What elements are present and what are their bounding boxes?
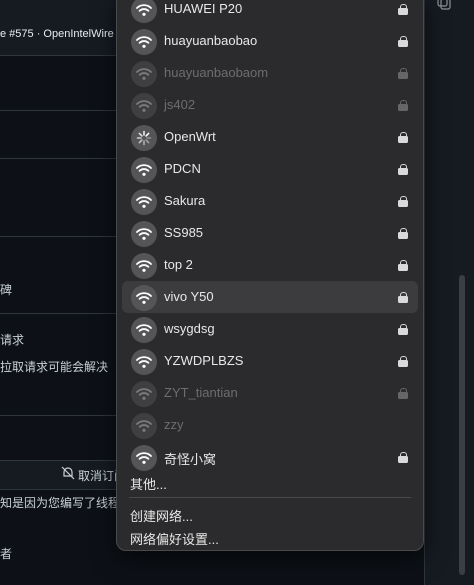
network-name: wsygdsg (164, 321, 215, 336)
wifi-icon (131, 189, 157, 215)
wifi-icon (131, 29, 157, 55)
network-row[interactable]: YZWDPLBZS (122, 345, 418, 377)
network-row[interactable]: top 2 (122, 249, 418, 281)
lock-icon (398, 4, 408, 15)
right-pane (424, 0, 474, 585)
network-name: OpenWrt (164, 129, 216, 144)
lock-icon (398, 132, 408, 143)
network-row[interactable]: vivo Y50 (122, 281, 418, 313)
lock-icon (398, 388, 408, 399)
network-row[interactable]: wsygdsg (122, 313, 418, 345)
wifi-icon (131, 349, 157, 375)
background-text: 拉取请求可能会解决 (0, 360, 109, 374)
wifi-icon (131, 61, 157, 87)
wifi-icon (131, 285, 157, 311)
network-row[interactable]: huayuanbaobao (122, 25, 418, 57)
divider (0, 110, 116, 111)
lock-icon (398, 356, 408, 367)
network-row[interactable]: PDCN (122, 153, 418, 185)
lock-icon (398, 36, 408, 47)
wifi-icon (131, 317, 157, 343)
lock-icon (398, 228, 408, 239)
network-name: ZYT_tiantian (164, 385, 238, 400)
network-row[interactable]: Sakura (122, 185, 418, 217)
wifi-icon (131, 0, 157, 23)
lock-icon (398, 324, 408, 335)
background-text: 者 (0, 547, 13, 561)
network-name: SS985 (164, 225, 204, 240)
lock-icon (398, 292, 408, 303)
spinner-icon (131, 125, 157, 151)
network-row[interactable]: js402 (122, 89, 418, 121)
lock-icon (398, 164, 408, 175)
wifi-icon (131, 221, 157, 247)
scrollbar[interactable] (459, 275, 465, 575)
network-row[interactable]: ZYT_tiantian (122, 377, 418, 409)
lock-icon (398, 452, 408, 463)
wifi-icon (131, 93, 157, 119)
tab-title[interactable]: e #575 · OpenIntelWire (0, 28, 114, 40)
network-name: 奇怪小窝 (164, 452, 217, 467)
network-row[interactable]: 奇怪小窝 (122, 441, 418, 473)
divider (0, 158, 116, 159)
create-network-item[interactable]: 创建网络... (130, 506, 193, 525)
network-name: js402 (164, 97, 196, 112)
wifi-icon (131, 381, 157, 407)
network-row[interactable]: zzy (122, 409, 418, 441)
lock-icon (398, 196, 408, 207)
network-name: huayuanbaobaom (164, 65, 269, 80)
divider (0, 313, 116, 314)
network-name: HUAWEI P20 (164, 1, 243, 16)
menu-separator (129, 497, 411, 498)
network-row[interactable]: SS985 (122, 217, 418, 249)
divider (0, 415, 116, 416)
network-preferences-item[interactable]: 网络偏好设置... (130, 529, 219, 548)
copy-icon[interactable] (436, 0, 452, 10)
network-name: YZWDPLBZS (164, 353, 244, 368)
network-name: huayuanbaobao (164, 33, 258, 48)
network-row[interactable]: OpenWrt (122, 121, 418, 153)
network-name: PDCN (164, 161, 201, 176)
network-name: top 2 (164, 257, 193, 272)
background-text: 请求 (0, 333, 25, 347)
other-networks-item[interactable]: 其他... (130, 474, 167, 493)
bell-slash-icon (61, 466, 75, 480)
lock-icon (398, 68, 408, 79)
network-row[interactable]: HUAWEI P20 (122, 0, 418, 25)
network-row[interactable]: huayuanbaobaom (122, 57, 418, 89)
wifi-icon (131, 157, 157, 183)
wifi-icon (131, 413, 157, 439)
network-name: zzy (164, 417, 184, 432)
background-text: 知是因为您编写了线程 (0, 496, 121, 510)
network-name: vivo Y50 (164, 289, 214, 304)
network-name: Sakura (164, 193, 206, 208)
wifi-menu: 其他... 创建网络... 网络偏好设置... HUAWEI P20 huayua… (116, 0, 424, 551)
background-text: 碑 (0, 283, 13, 297)
divider (0, 236, 116, 237)
lock-icon (398, 260, 408, 271)
wifi-icon (131, 445, 157, 471)
wifi-icon (131, 253, 157, 279)
lock-icon (398, 100, 408, 111)
